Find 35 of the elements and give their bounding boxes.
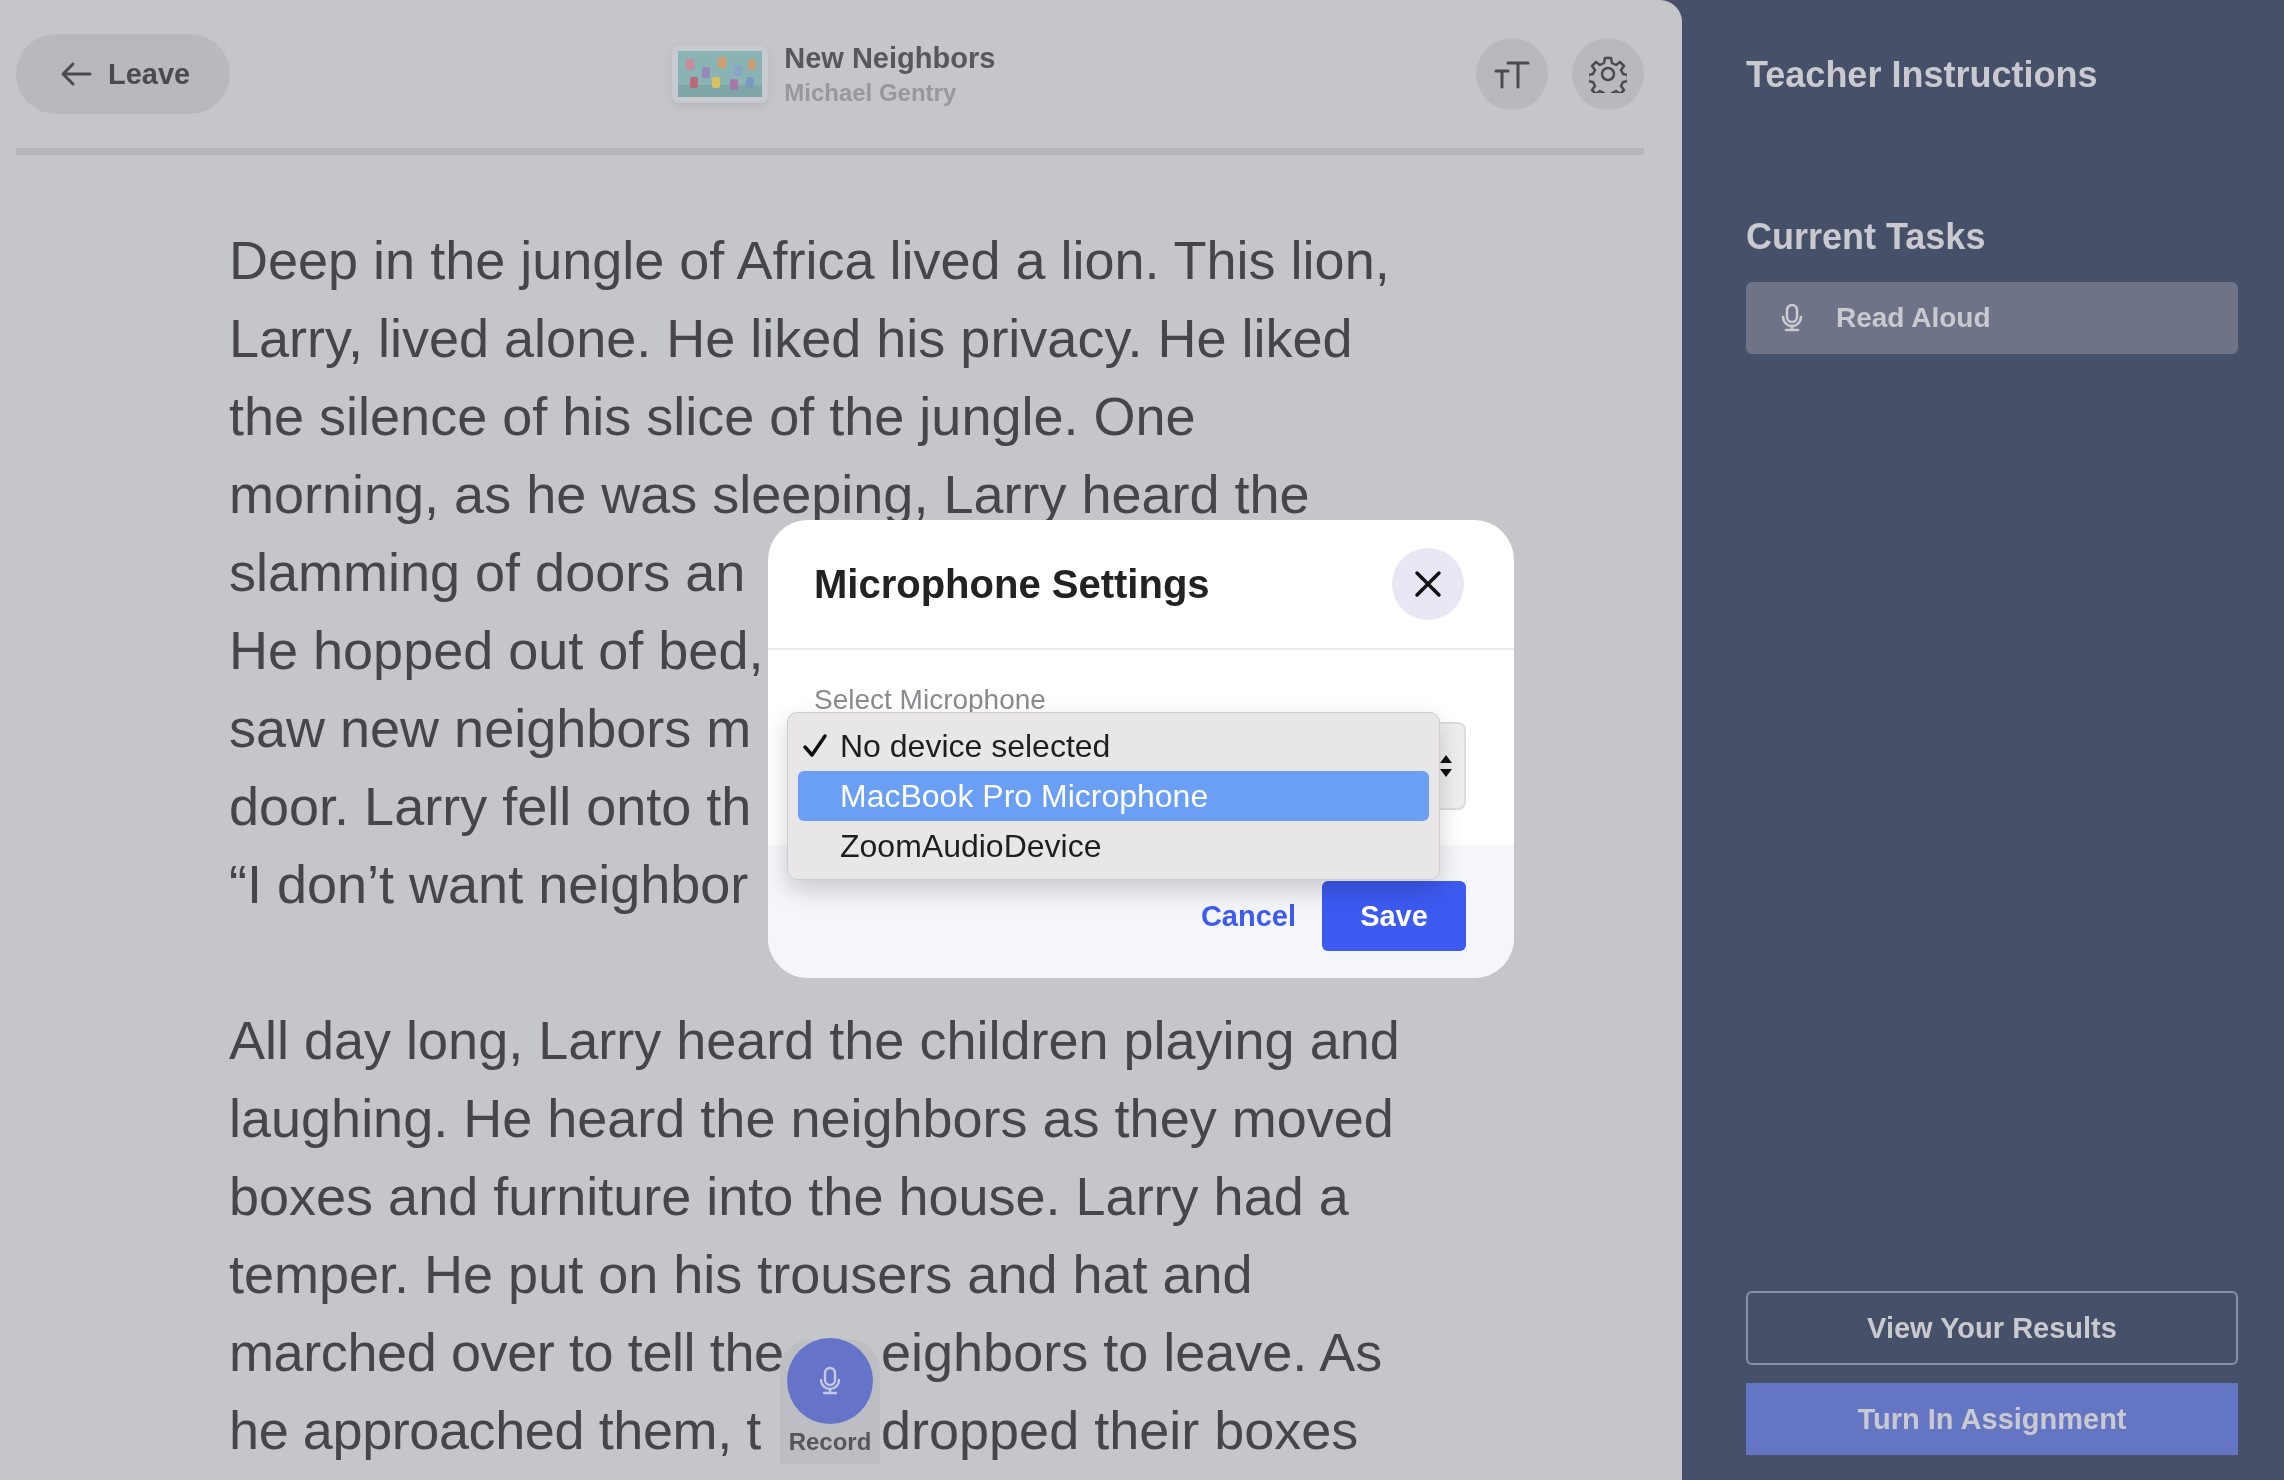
back-arrow-icon [60, 60, 92, 88]
story-text: the silence of his slice of the jungle. One [229, 385, 1196, 448]
story-text: All day long, Larry heard the children playing and [229, 1009, 1400, 1072]
section-heading: Teacher Instructions [1746, 54, 2099, 96]
story-text: eighbors to leave. As [881, 1321, 1383, 1384]
story-text: temper. He put on his trousers and hat and [229, 1243, 1253, 1306]
turn-in-button[interactable]: Turn In Assignment [1746, 1383, 2238, 1455]
story-text: boxes and furniture into the house. Larry had a [229, 1165, 1349, 1228]
task-item[interactable]: Read Aloud [1746, 282, 2238, 354]
story-text: laughing. He heard the neighbors as they moved [229, 1087, 1394, 1150]
dropdown-option[interactable]: No device selected [798, 721, 1429, 771]
story-text: Larry, lived alone. He liked his privacy. He liked [229, 307, 1353, 370]
leave-button[interactable]: Leave [16, 34, 231, 114]
story-text: He hopped out of bed, [229, 619, 764, 682]
story-text: morning, as he was sleeping, Larry heard the [229, 463, 1310, 526]
settings-icon [1589, 55, 1627, 93]
close-icon [1414, 570, 1442, 598]
section-heading: Current Tasks [1746, 216, 1987, 258]
field-label: Select Microphone [814, 684, 1047, 716]
story-text: door. Larry fell onto th [229, 775, 752, 838]
story-text: “I don’t want neighbor [229, 853, 749, 916]
story-text: slamming of doors an [229, 541, 746, 604]
save-button[interactable]: Save [1322, 881, 1466, 951]
story-text: Deep in the jungle of Africa lived a lion. This lion, [229, 229, 1390, 292]
dialog-title: Microphone Settings [814, 561, 1210, 607]
book-title: New Neighbors [784, 41, 996, 75]
cancel-button[interactable]: Cancel [1200, 881, 1296, 951]
dropdown-option[interactable]: MacBook Pro Microphone [798, 771, 1429, 821]
story-text: dropped their boxes [881, 1399, 1359, 1462]
updown-arrows-icon [1438, 753, 1454, 779]
text-size-icon [1494, 59, 1530, 89]
results-button[interactable]: View Your Results [1746, 1291, 2238, 1365]
story-text: he approached them, t [229, 1399, 762, 1462]
dropdown-option[interactable]: ZoomAudioDevice [798, 821, 1429, 871]
story-text: saw new neighbors m [229, 697, 752, 760]
